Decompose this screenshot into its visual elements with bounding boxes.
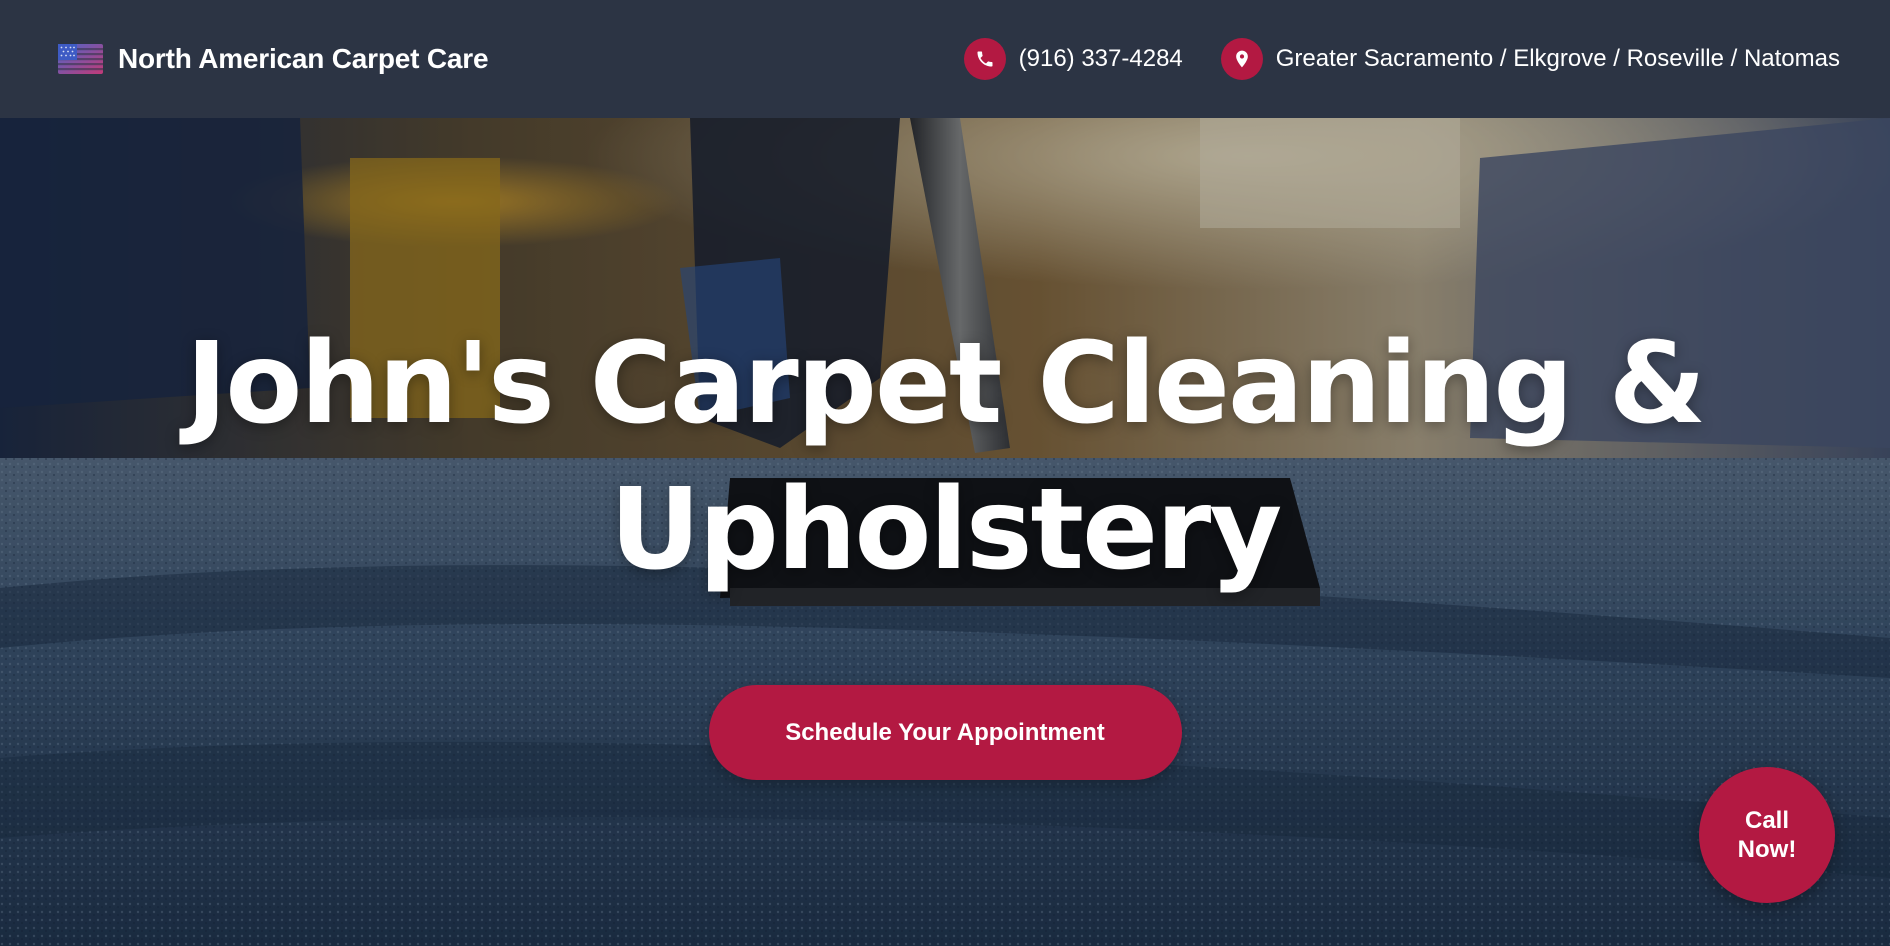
location-link[interactable]: Greater Sacramento / Elkgrove / Rosevill…	[1220, 38, 1840, 80]
call-now-label: Call Now!	[1737, 807, 1797, 863]
brand[interactable]: North American Carpet Care	[58, 43, 489, 75]
map-pin-icon	[1220, 38, 1263, 80]
service-area: Greater Sacramento / Elkgrove / Rosevill…	[1275, 45, 1840, 72]
phone-link[interactable]: (916) 337-4284	[963, 38, 1183, 80]
schedule-appointment-button[interactable]: Schedule Your Appointment	[708, 685, 1182, 780]
hero-section: John's Carpet Cleaning & Upholstery Sche…	[0, 118, 1890, 946]
us-flag-icon	[58, 44, 103, 74]
brand-name: North American Carpet Care	[118, 43, 489, 74]
call-now-button[interactable]: Call Now!	[1699, 767, 1835, 903]
contact-info: (916) 337-4284 Greater Sacramento / Elkg…	[963, 38, 1840, 80]
hero-title: John's Carpet Cleaning & Upholstery	[185, 319, 1707, 595]
phone-icon	[963, 38, 1006, 80]
phone-number: (916) 337-4284	[1018, 45, 1183, 72]
site-header: North American Carpet Care (916) 337-428…	[0, 0, 1890, 118]
hero-content: John's Carpet Cleaning & Upholstery Sche…	[0, 118, 1890, 946]
